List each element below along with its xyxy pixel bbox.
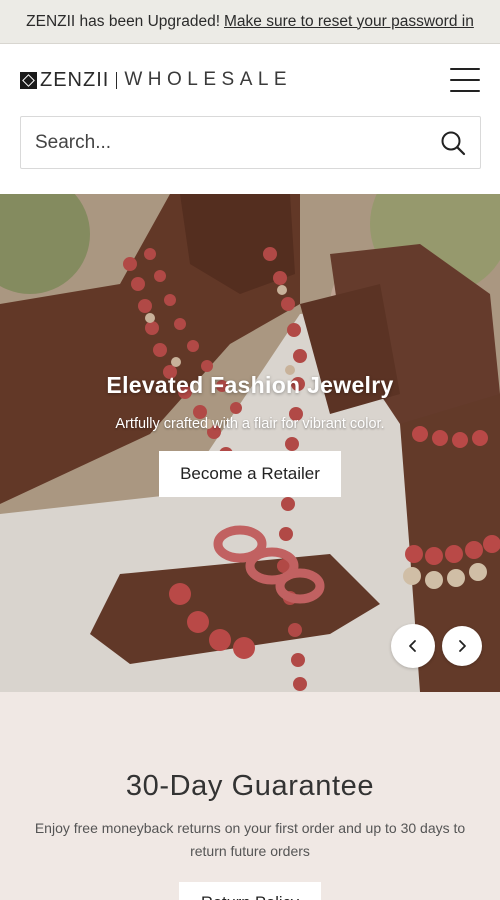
search-bar xyxy=(20,116,481,169)
chevron-left-icon xyxy=(409,640,416,652)
logo[interactable]: ZENZII WHOLESALE xyxy=(20,69,292,92)
search-icon[interactable] xyxy=(440,130,466,156)
return-policy-button[interactable]: Return Policy xyxy=(178,882,322,900)
hero-title: Elevated Fashion Jewelry xyxy=(106,372,394,398)
site-header: ZENZII WHOLESALE xyxy=(0,44,500,116)
reset-password-link[interactable]: Make sure to reset your password in xyxy=(224,13,474,31)
hero-subtitle: Artfully crafted with a flair for vibran… xyxy=(115,416,385,432)
announcement-bar: ZENZII has been Upgraded! Make sure to r… xyxy=(0,0,500,44)
hero-banner: Elevated Fashion Jewelry Artfully crafte… xyxy=(0,194,500,692)
carousel-next-button[interactable] xyxy=(442,626,482,666)
logo-mark-icon xyxy=(20,71,37,89)
hamburger-menu-icon[interactable] xyxy=(450,68,480,92)
guarantee-title: 30-Day Guarantee xyxy=(125,770,375,802)
logo-divider xyxy=(116,71,118,89)
logo-sub-text: WHOLESALE xyxy=(124,69,293,90)
logo-main-text: ZENZII xyxy=(40,68,110,91)
carousel-prev-button[interactable] xyxy=(391,624,435,668)
announcement-text: ZENZII has been Upgraded! xyxy=(26,12,220,30)
hero-content: Elevated Fashion Jewelry Artfully crafte… xyxy=(0,372,500,497)
guarantee-section: 30-Day Guarantee Enjoy free moneyback re… xyxy=(0,692,500,900)
search-input[interactable] xyxy=(35,131,440,154)
guarantee-text: Enjoy free moneyback returns on your fir… xyxy=(34,820,466,859)
become-retailer-button[interactable]: Become a Retailer xyxy=(159,451,341,497)
chevron-right-icon xyxy=(459,640,466,652)
